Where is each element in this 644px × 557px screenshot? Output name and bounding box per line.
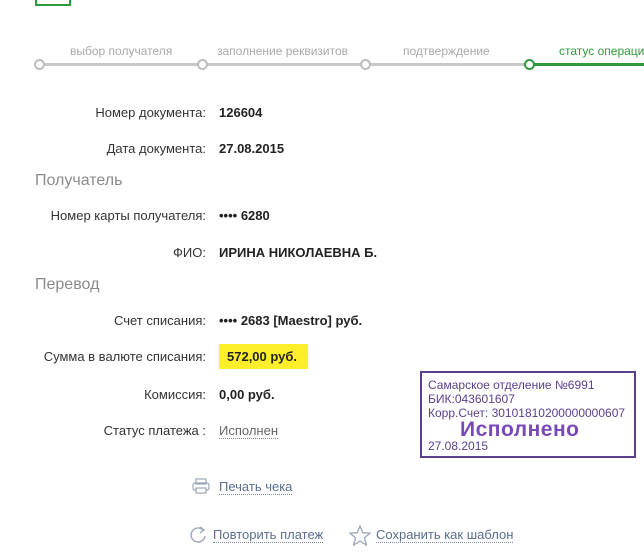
fee-value: 0,00 руб.	[219, 387, 275, 402]
step-label-fill-details: заполнение реквизитов	[217, 44, 349, 58]
debit-account-value: •••• 2683 [Maestro] руб.	[219, 313, 363, 328]
amount-label: Сумма в валюте списания:	[43, 349, 206, 364]
section-title-recipient: Получатель	[35, 172, 123, 189]
save-template-label: Сохранить как шаблон	[376, 527, 514, 543]
step-label-confirm: подтверждение	[403, 44, 490, 58]
recipient-name-label: ФИО:	[173, 245, 206, 260]
star-icon	[349, 525, 371, 546]
step-label-select-recipient: выбор получателя	[70, 44, 173, 58]
printer-icon	[192, 478, 210, 494]
section-title-transfer: Перевод	[35, 276, 100, 293]
step-dot-4	[524, 59, 535, 70]
step-dot-3	[360, 59, 371, 70]
recipient-card-value: •••• 6280	[219, 208, 270, 223]
stepper-track-active	[530, 63, 644, 66]
doc-date-value: 27.08.2015	[219, 141, 285, 156]
repeat-payment-label: Повторить платеж	[213, 527, 324, 543]
payment-status-label: Статус платежа :	[103, 423, 206, 438]
recipient-card-label: Номер карты получателя:	[50, 208, 206, 223]
doc-date-label: Дата документа:	[106, 141, 206, 156]
amount-highlight: 572,00 руб.	[219, 344, 308, 369]
recipient-name-value: ИРИНА НИКОЛАЕВНА Б.	[219, 245, 378, 260]
stamp-date: 27.08.2015	[428, 439, 489, 453]
stepper-track-completed	[40, 63, 530, 66]
amount-value: 572,00 руб.	[227, 349, 298, 364]
stamp-bik: БИК:043601607	[428, 392, 515, 406]
print-receipt-label: Печать чека	[219, 479, 293, 495]
stamp-branch: Самарское отделение №6991	[428, 378, 595, 392]
payment-status-link[interactable]: Исполнен	[219, 423, 279, 439]
step-dot-2	[197, 59, 208, 70]
progress-stepper: выбор получателя заполнение реквизитов п…	[0, 40, 644, 80]
debit-account-label: Счет списания:	[113, 313, 206, 328]
doc-number-value: 126604	[219, 105, 263, 120]
step-label-operation-status: статус операции	[559, 44, 644, 58]
bank-stamp: Самарское отделение №6991 БИК:043601607 …	[420, 371, 636, 458]
repeat-icon	[190, 526, 206, 543]
top-tab-marker	[35, 0, 71, 6]
doc-number-label: Номер документа:	[95, 105, 206, 120]
fee-label: Комиссия:	[144, 387, 206, 402]
step-dot-1	[34, 59, 45, 70]
